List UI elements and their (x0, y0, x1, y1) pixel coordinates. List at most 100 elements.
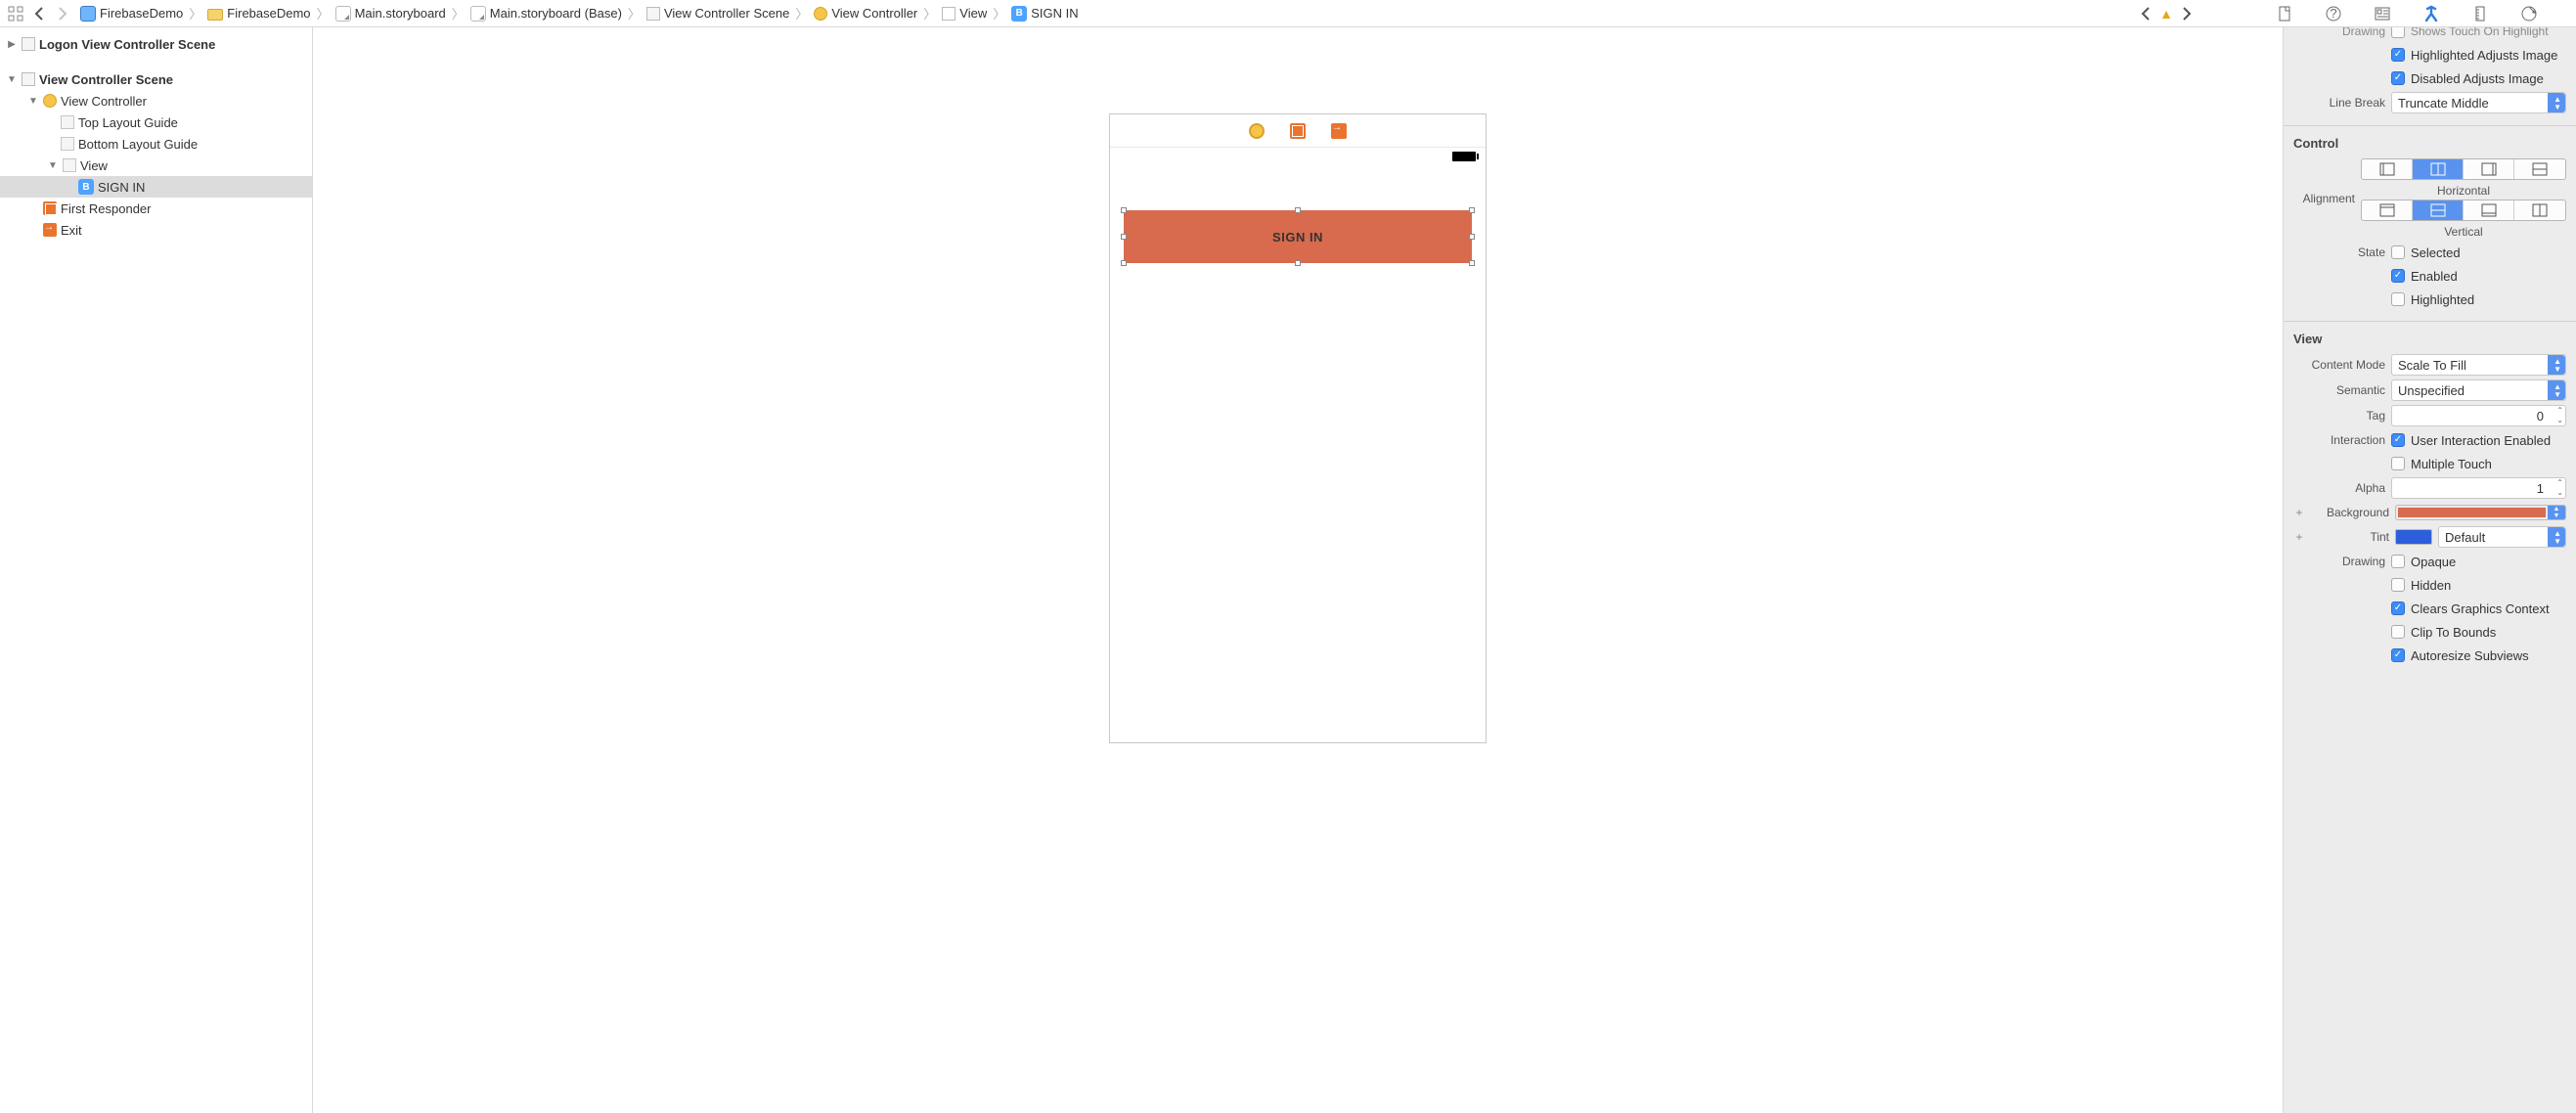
align-hcenter-seg[interactable] (2413, 159, 2464, 179)
opaque-checkbox[interactable] (2391, 555, 2405, 568)
selection-handle[interactable] (1121, 260, 1127, 266)
selection-handle[interactable] (1295, 207, 1301, 213)
chevron-right-icon: 〉 (626, 4, 643, 22)
clip-to-bounds-checkbox[interactable] (2391, 625, 2405, 639)
breadcrumb-item[interactable]: FirebaseDemo (205, 6, 312, 21)
breadcrumb-label: Main.storyboard (Base) (490, 6, 622, 21)
related-items-icon[interactable] (6, 4, 25, 23)
multiple-touch-checkbox[interactable] (2391, 457, 2405, 470)
outline-exit[interactable]: Exit (0, 219, 312, 241)
checkbox-label: Clip To Bounds (2411, 625, 2496, 640)
exit-dock-icon[interactable] (1331, 123, 1347, 139)
nav-back-button[interactable] (29, 4, 49, 23)
disclosure-icon[interactable] (27, 96, 39, 107)
outline-scene-vc[interactable]: View Controller Scene (0, 68, 312, 90)
disclosure-icon[interactable] (6, 39, 18, 50)
breadcrumb: FirebaseDemo〉FirebaseDemo〉Main.storyboar… (74, 4, 2134, 22)
state-selected-checkbox[interactable] (2391, 245, 2405, 259)
identity-inspector-tab[interactable] (2373, 4, 2392, 23)
clears-graphics-checkbox[interactable] (2391, 601, 2405, 615)
outline-sign-in-button[interactable]: B SIGN IN (0, 176, 312, 198)
checkbox-label: Highlighted (2411, 292, 2474, 307)
root-view[interactable]: SIGN IN (1110, 165, 1486, 742)
tint-select[interactable]: Default▲▼ (2438, 526, 2566, 548)
breadcrumb-item[interactable]: View Controller Scene (644, 6, 791, 21)
disclosure-icon[interactable] (6, 74, 18, 85)
align-hfill-seg[interactable] (2514, 159, 2565, 179)
size-inspector-tab[interactable] (2470, 4, 2490, 23)
user-interaction-checkbox[interactable] (2391, 433, 2405, 447)
outline-bottom-layout-guide[interactable]: Bottom Layout Guide (0, 133, 312, 155)
line-break-select[interactable]: Truncate Middle ▲▼ (2391, 92, 2566, 113)
first-responder-dock-icon[interactable] (1290, 123, 1306, 139)
field-label: Tag (2293, 409, 2385, 423)
breadcrumb-item[interactable]: Main.storyboard (333, 6, 448, 22)
selection-handle[interactable] (1121, 234, 1127, 240)
state-highlighted-checkbox[interactable] (2391, 292, 2405, 306)
outline-top-layout-guide[interactable]: Top Layout Guide (0, 111, 312, 133)
jumpbar-next-button[interactable] (2177, 4, 2197, 23)
align-vcenter-seg[interactable] (2413, 200, 2464, 220)
view-controller-preview[interactable]: SIGN IN (1109, 113, 1487, 743)
field-label: Alpha (2293, 481, 2385, 495)
align-right-seg[interactable] (2464, 159, 2514, 179)
document-outline[interactable]: Logon View Controller Scene View Control… (0, 27, 313, 1113)
breadcrumb-item[interactable]: FirebaseDemo (78, 6, 185, 22)
checkbox-label: Disabled Adjusts Image (2411, 71, 2544, 86)
outline-view[interactable]: View (0, 155, 312, 176)
outline-scene-logon[interactable]: Logon View Controller Scene (0, 33, 312, 55)
connections-inspector-tab[interactable] (2519, 4, 2539, 23)
storyboard-canvas[interactable]: SIGN IN (313, 27, 2283, 1113)
state-enabled-checkbox[interactable] (2391, 269, 2405, 283)
disabled-adjusts-checkbox[interactable] (2391, 71, 2405, 85)
add-button[interactable]: + (2293, 506, 2305, 519)
view-controller-icon (43, 94, 57, 108)
outline-label: Bottom Layout Guide (78, 137, 198, 152)
selection-handle[interactable] (1469, 260, 1475, 266)
selection-handle[interactable] (1469, 207, 1475, 213)
align-bottom-seg[interactable] (2464, 200, 2514, 220)
selection-handle[interactable] (1469, 234, 1475, 240)
hidden-checkbox[interactable] (2391, 578, 2405, 592)
align-top-seg[interactable] (2362, 200, 2413, 220)
attributes-inspector-tab[interactable] (2421, 4, 2441, 23)
tag-stepper[interactable]: 0 (2391, 405, 2566, 426)
disclosure-icon[interactable] (47, 160, 59, 171)
field-label: Tint (2311, 530, 2389, 544)
align-vfill-seg[interactable] (2514, 200, 2565, 220)
autoresize-checkbox[interactable] (2391, 648, 2405, 662)
alpha-stepper[interactable]: 1 (2391, 477, 2566, 499)
highlighted-adjusts-checkbox[interactable] (2391, 48, 2405, 62)
nav-forward-button[interactable] (53, 4, 72, 23)
outline-view-controller[interactable]: View Controller (0, 90, 312, 111)
jumpbar-prev-button[interactable] (2136, 4, 2155, 23)
dropdown-icon[interactable]: ▲▼ (2548, 506, 2565, 519)
background-color-well[interactable]: ▲▼ (2395, 505, 2566, 520)
align-left-seg[interactable] (2362, 159, 2413, 179)
checkbox-label: Shows Touch On Highlight (2411, 27, 2549, 38)
breadcrumb-item[interactable]: Main.storyboard (Base) (468, 6, 624, 22)
file-inspector-tab[interactable] (2275, 4, 2294, 23)
breadcrumb-item[interactable]: View Controller (812, 6, 919, 21)
horizontal-alignment-segmented[interactable] (2361, 158, 2566, 180)
selection-handle[interactable] (1121, 207, 1127, 213)
semantic-select[interactable]: Unspecified▲▼ (2391, 379, 2566, 401)
sign-in-button[interactable]: SIGN IN (1124, 210, 1472, 263)
alignment-caption: Horizontal (2361, 184, 2566, 198)
vertical-alignment-segmented[interactable] (2361, 200, 2566, 221)
field-label: Semantic (2293, 383, 2385, 397)
content-mode-select[interactable]: Scale To Fill▲▼ (2391, 354, 2566, 376)
chevron-right-icon: 〉 (315, 4, 332, 22)
outline-first-responder[interactable]: First Responder (0, 198, 312, 219)
selection-handle[interactable] (1295, 260, 1301, 266)
breadcrumb-label: FirebaseDemo (100, 6, 183, 21)
view-controller-dock-icon[interactable] (1249, 123, 1265, 139)
warning-icon[interactable]: ▲ (2159, 6, 2173, 22)
breadcrumb-item[interactable]: BSIGN IN (1009, 6, 1080, 22)
shows-touch-checkbox[interactable] (2391, 27, 2405, 38)
quick-help-tab[interactable]: ? (2324, 4, 2343, 23)
add-button[interactable]: + (2293, 530, 2305, 544)
breadcrumb-item[interactable]: View (940, 6, 989, 21)
tint-color-swatch[interactable] (2395, 529, 2432, 545)
field-label: Alignment (2293, 192, 2355, 205)
